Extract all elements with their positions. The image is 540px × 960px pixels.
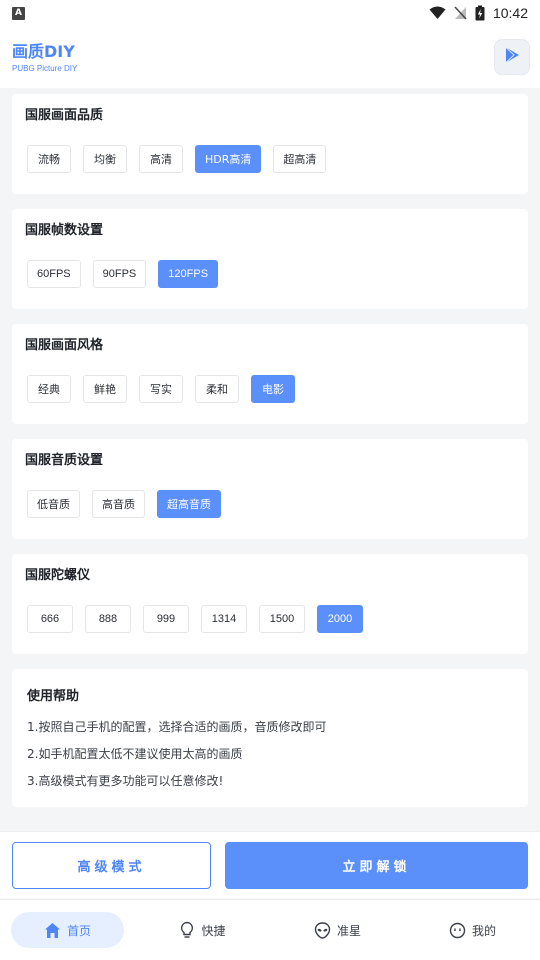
style-card: 国服画面风格 经典 鲜艳 写实 柔和 电影 xyxy=(12,324,528,424)
option-button[interactable]: 鲜艳 xyxy=(83,375,127,403)
fps-card: 国服帧数设置 60FPS 90FPS 120FPS xyxy=(12,209,528,309)
option-button[interactable]: 888 xyxy=(85,605,131,633)
action-bar: 高级模式 立即解锁 xyxy=(0,831,540,898)
nav-item-crosshair[interactable]: 准星 xyxy=(285,912,390,948)
notification-app-icon: A xyxy=(12,6,25,20)
option-button[interactable]: 低音质 xyxy=(27,490,80,518)
option-button[interactable]: 流畅 xyxy=(27,145,71,173)
nav-item-shortcut[interactable]: 快捷 xyxy=(150,912,255,948)
advanced-mode-button[interactable]: 高级模式 xyxy=(12,842,211,889)
style-options: 经典 鲜艳 写实 柔和 电影 xyxy=(25,375,515,403)
card-title: 国服画面风格 xyxy=(25,338,104,353)
no-signal-icon xyxy=(454,6,467,20)
app-subtitle: PUBG Picture DIY xyxy=(12,63,78,73)
help-line: 3.高级模式有更多功能可以任意修改! xyxy=(27,774,224,788)
option-button-selected[interactable]: HDR高清 xyxy=(195,145,262,173)
option-button-selected[interactable]: 120FPS xyxy=(158,260,219,288)
nav-item-profile[interactable]: 我的 xyxy=(420,912,525,948)
option-button[interactable]: 999 xyxy=(143,605,189,633)
card-title: 国服陀螺仪 xyxy=(25,568,91,583)
nav-label: 快捷 xyxy=(201,923,226,938)
unlock-button[interactable]: 立即解锁 xyxy=(225,842,528,889)
help-card: 使用帮助 1.按照自己手机的配置，选择合适的画质，音质修改即可 2.如手机配置太… xyxy=(12,669,528,807)
option-button[interactable]: 写实 xyxy=(139,375,183,403)
option-button-selected[interactable]: 电影 xyxy=(251,375,295,403)
wifi-icon xyxy=(429,6,446,20)
quality-card: 国服画面品质 流畅 均衡 高清 HDR高清 超高清 xyxy=(12,94,528,194)
nav-item-home[interactable]: 首页 xyxy=(11,912,124,948)
status-time: 10:42 xyxy=(492,5,528,21)
lightbulb-icon xyxy=(179,921,195,939)
nav-label: 准星 xyxy=(336,923,361,938)
help-line: 1.按照自己手机的配置，选择合适的画质，音质修改即可 xyxy=(27,720,327,734)
option-button[interactable]: 60FPS xyxy=(27,260,81,288)
battery-charging-icon xyxy=(475,5,485,21)
option-button[interactable]: 超高清 xyxy=(273,145,327,173)
alien-icon xyxy=(314,921,331,939)
option-button[interactable]: 666 xyxy=(27,605,73,633)
card-title: 国服画面品质 xyxy=(25,108,104,123)
app-title: 画质DIY xyxy=(12,41,75,61)
option-button[interactable]: 经典 xyxy=(27,375,71,403)
help-title: 使用帮助 xyxy=(27,689,80,704)
gyro-options: 666 888 999 1314 1500 2000 xyxy=(25,605,515,633)
nav-label: 首页 xyxy=(66,923,91,938)
settings-content: 国服画面品质 流畅 均衡 高清 HDR高清 超高清 国服帧数设置 60FPS 9… xyxy=(12,94,528,807)
fps-options: 60FPS 90FPS 120FPS xyxy=(25,260,515,288)
option-button-selected[interactable]: 超高音质 xyxy=(157,490,221,518)
option-button[interactable]: 1500 xyxy=(259,605,305,633)
gyro-card: 国服陀螺仪 666 888 999 1314 1500 2000 xyxy=(12,554,528,654)
app-title-block: 画质DIY PUBG Picture DIY xyxy=(12,42,77,73)
option-button[interactable]: 均衡 xyxy=(83,145,127,173)
play-icon xyxy=(503,46,521,68)
option-button[interactable]: 90FPS xyxy=(92,260,147,288)
help-line: 2.如手机配置太低不建议使用太高的画质 xyxy=(27,747,243,761)
face-icon xyxy=(449,922,466,939)
bottom-nav: 首页 快捷 准星 我的 xyxy=(0,899,540,960)
card-title: 国服音质设置 xyxy=(25,453,104,468)
option-button-selected[interactable]: 2000 xyxy=(317,605,363,633)
option-button[interactable]: 高音质 xyxy=(92,490,145,518)
nav-label: 我的 xyxy=(471,923,496,938)
status-bar: A 10:42 xyxy=(0,0,540,26)
option-button[interactable]: 1314 xyxy=(201,605,247,633)
option-button[interactable]: 柔和 xyxy=(195,375,239,403)
home-icon xyxy=(44,922,61,939)
card-title: 国服帧数设置 xyxy=(25,223,104,238)
audio-options: 低音质 高音质 超高音质 xyxy=(25,490,515,518)
play-button[interactable] xyxy=(494,39,530,75)
option-button[interactable]: 高清 xyxy=(139,145,183,173)
app-header: 画质DIY PUBG Picture DIY xyxy=(0,26,540,88)
quality-options: 流畅 均衡 高清 HDR高清 超高清 xyxy=(25,145,515,173)
audio-card: 国服音质设置 低音质 高音质 超高音质 xyxy=(12,439,528,539)
